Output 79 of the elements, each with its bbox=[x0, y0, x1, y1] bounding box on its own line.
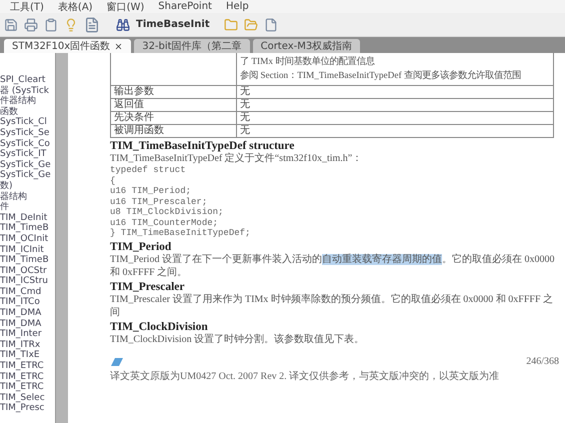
tree-item[interactable]: TIM_ICStru bbox=[0, 276, 55, 287]
table-cell: 无 bbox=[237, 124, 553, 137]
tree-item[interactable]: 数) bbox=[0, 180, 55, 192]
tree-item[interactable]: TIM_OCInit bbox=[0, 234, 55, 244]
tree-item[interactable]: SysTick_Ge bbox=[0, 160, 55, 170]
code-line: { bbox=[110, 176, 116, 186]
table-cell: 先决条件 bbox=[111, 111, 237, 124]
document-icon[interactable] bbox=[84, 16, 100, 32]
tree-item[interactable]: TIM_DMA bbox=[0, 318, 55, 330]
tree-item[interactable]: SPI_Cleart bbox=[0, 75, 55, 86]
section-heading: TIM_ClockDivision bbox=[110, 320, 209, 332]
tree-item[interactable]: TIM_Presc bbox=[0, 403, 55, 414]
tree-item[interactable]: 件器结构 bbox=[0, 96, 55, 107]
code-line: typedef struct bbox=[110, 165, 187, 176]
binoculars-icon[interactable] bbox=[116, 18, 130, 32]
table-cell: 无 bbox=[237, 85, 553, 98]
footer-note: 译文英文原版为UM0427 Oct. 2007 Rev 2. 译文仅供参考，与英文版冲突的，以英文版为准 bbox=[110, 370, 500, 383]
tree-item[interactable]: TIM_TimeB bbox=[0, 223, 55, 234]
tree-item[interactable]: SysTick_IT bbox=[0, 149, 55, 160]
printer-icon[interactable] bbox=[24, 18, 38, 32]
tree-item[interactable]: TIM_Selec bbox=[0, 392, 55, 404]
code-line: u16 TIM_CounterMode; bbox=[110, 218, 220, 228]
tree-item[interactable]: TIM_DeInit bbox=[0, 212, 55, 224]
table-cell: 返回值 bbox=[111, 98, 237, 111]
paragraph: TIM_TimeBaseInitTypeDef 定义于文件“stm32f10x_tim.h”： bbox=[110, 152, 364, 165]
code-line: u16 TIM_Prescaler; bbox=[110, 196, 208, 207]
tree-item[interactable]: SysTick_Cl bbox=[0, 117, 55, 128]
tree-item[interactable]: SysTick_Co bbox=[0, 138, 55, 150]
tree-item[interactable]: SysTick_Se bbox=[0, 128, 55, 139]
section-heading: TIM_Period bbox=[110, 240, 172, 252]
table-cell: 输出参数 bbox=[111, 85, 237, 98]
tree-item[interactable]: TIM_ETRC bbox=[0, 372, 55, 382]
tab[interactable]: STM32F10x固件函数 bbox=[4, 39, 132, 53]
tree-item[interactable]: TIM_TimeB bbox=[0, 255, 55, 266]
file-icon[interactable] bbox=[264, 18, 278, 32]
table-cell-text: 参阅 Section：TIM_TimeBaseInitTypeDef 查阅更多该参数允许取值范围 bbox=[240, 69, 522, 83]
tree-item[interactable]: TIM_Inter bbox=[0, 329, 55, 340]
tree-item[interactable]: TIM_Cmd bbox=[0, 286, 55, 298]
code-line: u16 TIM_Period; bbox=[110, 186, 192, 196]
folder-open-icon[interactable] bbox=[244, 18, 258, 32]
menu-item[interactable]: SharePoint bbox=[158, 1, 212, 12]
tab[interactable]: 32-bit固件库（第二章 bbox=[134, 39, 250, 53]
tree-item[interactable]: 器结构 bbox=[0, 192, 55, 202]
tree-item[interactable]: TIM_ETRC bbox=[0, 361, 55, 372]
tree-item[interactable]: 器 (SysTick bbox=[0, 86, 55, 96]
page-number: 246/368 bbox=[526, 356, 559, 367]
menu-item[interactable]: Help bbox=[226, 1, 249, 12]
search-field[interactable]: TimeBaseInit bbox=[136, 16, 218, 32]
tree-item[interactable]: TIM_ICInit bbox=[0, 244, 55, 256]
tree-item[interactable]: TIM_ITRx bbox=[0, 340, 55, 350]
tree-item[interactable]: 函数 bbox=[0, 106, 55, 118]
folder-icon[interactable] bbox=[224, 18, 238, 32]
menu-item[interactable]: 表格(A) bbox=[58, 0, 93, 14]
section-heading: TIM_TimeBaseInitTypeDef structure bbox=[110, 140, 296, 152]
paragraph: TIM_Prescaler 设置了用来作为 TIMx 时钟频率除数的预分频值。它的取值必须在 0x0000 和 0xFFFF 之间 bbox=[110, 292, 554, 318]
paragraph: TIM_ClockDivision 设置了时钟分割。该参数取值见下表。 bbox=[110, 332, 366, 346]
paragraph: TIM_Period 设置了在下一个更新事件装入活动的自动重装载寄存器周期的值。它的取值必须在 0x0000 和 0xFFFF 之间。 bbox=[110, 252, 556, 278]
logo-icon bbox=[110, 357, 124, 367]
tree-item[interactable]: TIM_TIxE bbox=[0, 350, 55, 362]
menu-item[interactable]: 窗口(W) bbox=[106, 0, 144, 14]
lightbulb-icon[interactable] bbox=[64, 18, 78, 32]
tree-item[interactable]: TIM_ETRC bbox=[0, 382, 55, 393]
tree-item[interactable]: 件 bbox=[0, 202, 55, 213]
menu-item[interactable]: 工具(T) bbox=[10, 0, 44, 14]
tree-item[interactable]: SysTick_Ge bbox=[0, 170, 55, 181]
clipboard-icon[interactable] bbox=[44, 18, 58, 32]
tab[interactable]: Cortex-M3权威指南 bbox=[252, 39, 360, 53]
code-line: } TIM_TimeBaseInitTypeDef; bbox=[110, 228, 252, 238]
tree-item[interactable]: TIM_OCStr bbox=[0, 266, 55, 276]
close-icon[interactable] bbox=[114, 42, 124, 50]
code-line: u8 TIM_ClockDivision; bbox=[110, 207, 224, 218]
table-cell: 被调用函数 bbox=[111, 124, 237, 137]
section-heading: TIM_Prescaler bbox=[110, 280, 186, 292]
save-icon[interactable] bbox=[4, 18, 18, 32]
tree-item[interactable]: TIM_ITCo bbox=[0, 297, 55, 308]
table-cell: 无 bbox=[237, 98, 553, 111]
table-cell-text: 了 TIMx 时间基数单位的配置信息 bbox=[240, 55, 376, 69]
table-cell: 无 bbox=[237, 111, 553, 124]
tree-item[interactable]: TIM_DMA bbox=[0, 308, 55, 319]
